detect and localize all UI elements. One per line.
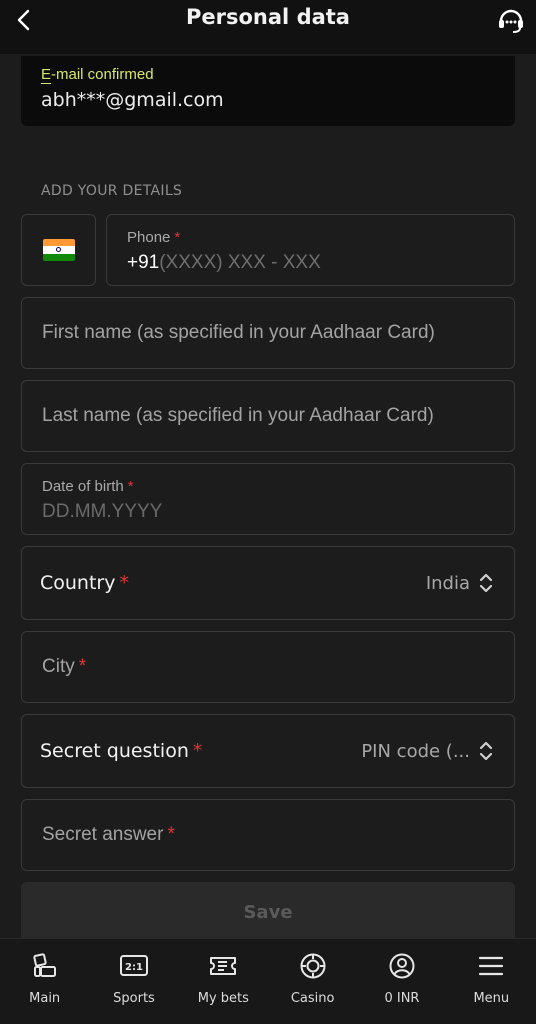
phone-input[interactable]: +91(XXXX) XXX - XXX — [127, 252, 494, 274]
svg-text:2:1: 2:1 — [125, 962, 143, 973]
nav-label-my-bets: My bets — [197, 991, 249, 1006]
hamburger-icon — [476, 951, 506, 981]
date-of-birth-field[interactable]: Date of birth * DD.MM.YYYY — [21, 463, 515, 535]
sports-icon: 2:1 — [119, 951, 149, 981]
section-heading: ADD YOUR DETAILS — [41, 183, 183, 199]
first-name-placeholder: First name (as specified in your Aadhaar… — [42, 322, 435, 343]
secret-question-select[interactable]: Secret question * PIN code (... — [21, 714, 515, 788]
nav-item-casino[interactable]: Casino — [268, 939, 357, 1024]
user-icon — [387, 951, 417, 981]
secret-question-value: PIN code (... — [361, 740, 470, 762]
nav-item-account[interactable]: 0 INR — [357, 939, 446, 1024]
nav-label-balance: 0 INR — [384, 991, 420, 1006]
nav-label-menu: Menu — [473, 991, 510, 1006]
nav-label-main: Main — [29, 991, 61, 1006]
secret-question-label: Secret question * — [40, 740, 203, 762]
city-placeholder: City * — [42, 656, 87, 677]
save-button[interactable]: Save — [21, 882, 515, 942]
country-code-selector[interactable] — [21, 214, 96, 286]
nav-item-menu[interactable]: Menu — [447, 939, 536, 1024]
nav-item-main[interactable]: Main — [0, 939, 89, 1024]
phone-field[interactable]: Phone * +91(XXXX) XXX - XXX — [106, 214, 515, 286]
chip-icon — [298, 951, 328, 981]
bottom-nav: Main 2:1 Sports My bets Casino 0 INR Men… — [0, 938, 536, 1024]
phone-label: Phone * — [127, 229, 181, 246]
nav-item-my-bets[interactable]: My bets — [179, 939, 268, 1024]
phone-prefix: +91 — [127, 252, 160, 273]
chevron-updown-icon — [478, 739, 494, 763]
secret-answer-field[interactable]: Secret answer * — [21, 799, 515, 871]
support-button[interactable] — [494, 3, 528, 37]
main-icon — [30, 951, 60, 981]
nav-label-sports: Sports — [113, 991, 155, 1006]
app-header: Personal data — [0, 0, 536, 54]
first-name-field[interactable]: First name (as specified in your Aadhaar… — [21, 297, 515, 369]
nav-item-sports[interactable]: 2:1 Sports — [89, 939, 178, 1024]
dob-mask: DD.MM.YYYY — [42, 501, 163, 522]
secret-answer-placeholder: Secret answer * — [42, 824, 175, 845]
phone-mask: (XXXX) XXX - XXX — [159, 252, 321, 273]
city-field[interactable]: City * — [21, 631, 515, 703]
headset-icon — [499, 9, 523, 33]
email-confirmed-label: E-mail confirmed — [41, 66, 154, 84]
email-value: abh***@gmail.com — [41, 89, 224, 111]
chevron-updown-icon — [478, 571, 494, 595]
last-name-field[interactable]: Last name (as specified in your Aadhaar … — [21, 380, 515, 452]
country-select[interactable]: Country * India — [21, 546, 515, 620]
country-label: Country * — [40, 572, 129, 594]
ticket-icon — [208, 951, 238, 981]
dob-label: Date of birth * — [42, 478, 134, 495]
country-value: India — [425, 572, 470, 594]
nav-label-casino: Casino — [290, 991, 335, 1006]
email-confirmed-box: E-mail confirmed abh***@gmail.com — [21, 56, 515, 126]
last-name-placeholder: Last name (as specified in your Aadhaar … — [42, 405, 434, 426]
page-title: Personal data — [186, 5, 350, 29]
india-flag-icon — [42, 239, 75, 261]
